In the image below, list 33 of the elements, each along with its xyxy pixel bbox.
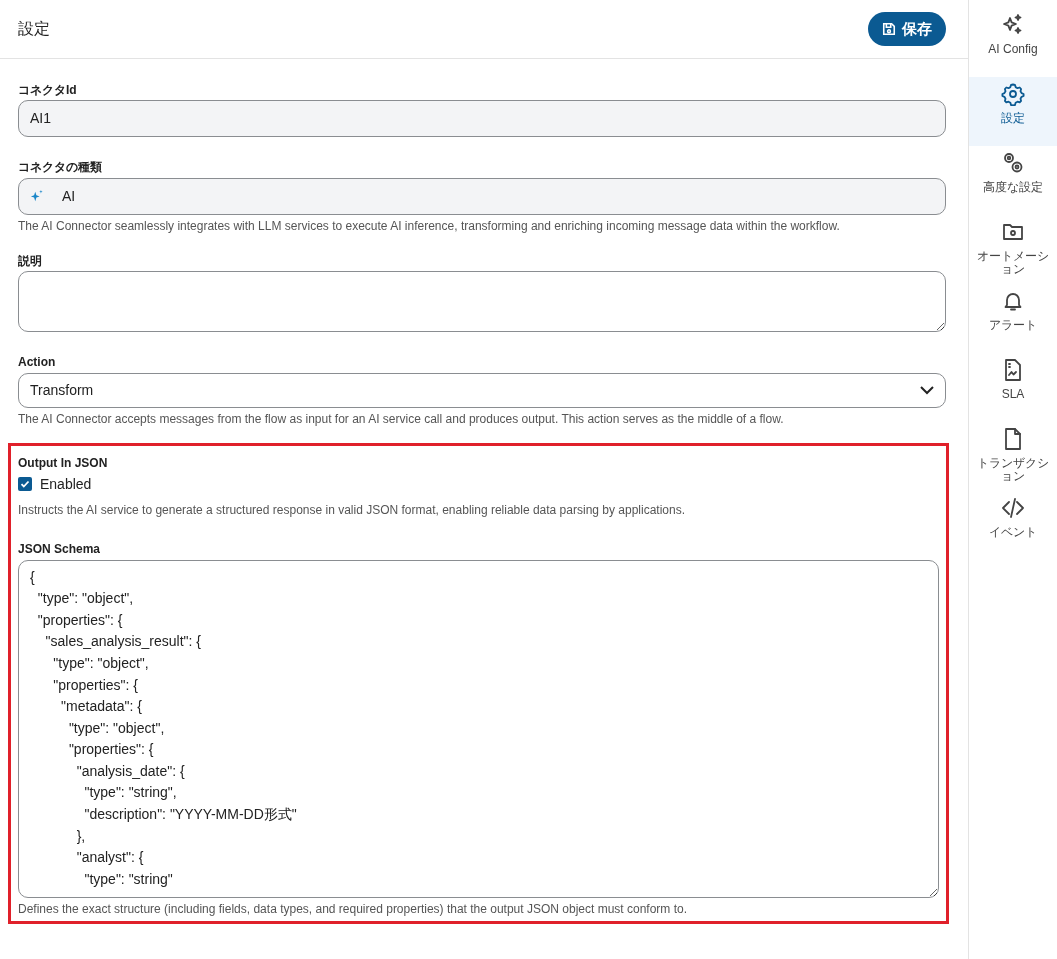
chevron-icon	[920, 385, 934, 395]
checkbox[interactable]	[18, 477, 32, 492]
checkbox-label: Enabled	[40, 474, 92, 494]
field-label: コネクタの種類	[18, 160, 102, 175]
sidebar-item[interactable]: AI Config	[969, 8, 1057, 77]
help-text: Defines the exact structure (including fields, data types, and required properties) that the output JSON object must conform to.	[18, 901, 687, 918]
sidebar-item[interactable]: SLA	[969, 353, 1057, 422]
text-field[interactable]: AI1	[18, 100, 946, 138]
action-dropdown[interactable]: Transform	[18, 372, 946, 408]
help-text: The AI Connector seamlessly integrates with LLM services to execute AI inference, transforming and enriching incoming message data within the workflow.	[18, 218, 840, 235]
gears-icon	[1001, 151, 1025, 175]
sidebar-item[interactable]: アラート	[969, 284, 1057, 353]
help-text: The AI Connector accepts messages from the flow as input for an AI service call and produces output. This action serves as the middle of a flow.	[18, 411, 784, 428]
field-label: JSON Schema	[18, 542, 101, 557]
sidebar-item[interactable]: イベント	[969, 491, 1057, 560]
page-title: 設定	[18, 19, 50, 39]
field-label: Action	[18, 355, 56, 370]
section-label: Output In JSON	[18, 455, 108, 470]
code-icon	[1001, 496, 1025, 520]
help-text: Instructs the AI service to generate a structured response in valid JSON format, enabling reliable data parsing by applications.	[18, 503, 686, 519]
save-button[interactable]: 保存	[868, 11, 946, 47]
field-label: コネクタId	[18, 83, 77, 98]
sidebar-item[interactable]: 高度な設定	[969, 146, 1057, 215]
description-field[interactable]	[18, 271, 946, 333]
check-icon	[20, 479, 30, 490]
settings-icon	[1001, 82, 1025, 106]
save-icon	[882, 22, 896, 36]
connector-type-field[interactable]: AI	[18, 177, 946, 215]
sidebar-item[interactable]: トランザクション	[969, 422, 1057, 491]
field-label: 説明	[18, 253, 42, 269]
sidebar-item[interactable]: オートメーション	[969, 215, 1057, 284]
json-schema-field[interactable]: { "type": "object", "properties": { "sales_analysis_result": { "type": "object", "properties": { "metadata": { "type": "object", "properties": { "analysis_date": { "type": "string", "description": "YYYY-MM-DD形式" }, "analyst": { "type": "string"	[18, 559, 939, 898]
sidebar-item[interactable]: 設定	[969, 77, 1057, 146]
